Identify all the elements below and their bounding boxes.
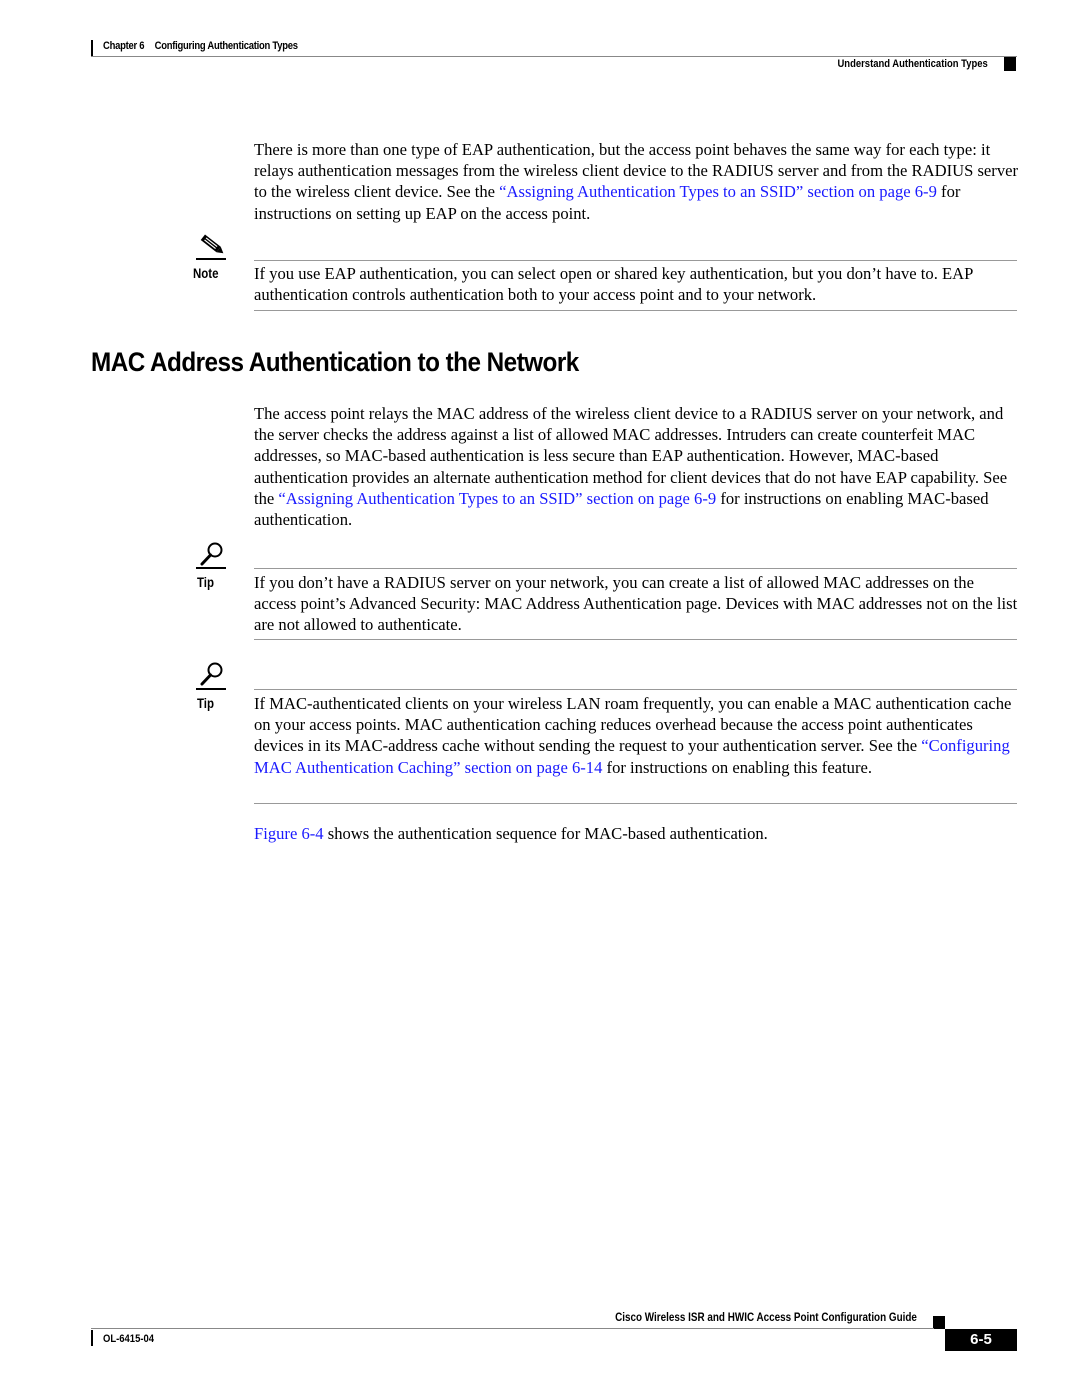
page-number: 6-5 bbox=[945, 1329, 1017, 1351]
tip1-icon-underline bbox=[196, 567, 226, 569]
running-header-section: Understand Authentication Types bbox=[837, 58, 988, 70]
magnifier-tip-icon bbox=[200, 662, 223, 686]
section-link[interactable]: “Assigning Authentication Types to an SS… bbox=[278, 489, 716, 508]
chapter-label: Chapter 6 bbox=[103, 40, 145, 52]
header-marker bbox=[1004, 57, 1016, 71]
magnifier-tip-icon bbox=[200, 542, 223, 566]
tip1-text: If you don’t have a RADIUS server on you… bbox=[254, 573, 1018, 635]
note-text: If you use EAP authentication, you can s… bbox=[254, 264, 973, 305]
note-bottom-rule bbox=[254, 310, 1017, 311]
tip2-icon-underline bbox=[196, 688, 226, 690]
footer-marker bbox=[933, 1316, 945, 1329]
tip1-label: Tip bbox=[197, 575, 214, 590]
tip2-text: If MAC-authenticated clients on your wir… bbox=[254, 693, 1019, 778]
footer-left-bar bbox=[91, 1330, 93, 1346]
tip2-text-before: If MAC-authenticated clients on your wir… bbox=[254, 694, 1012, 756]
note-icon-underline bbox=[196, 258, 226, 260]
intro-paragraph: There is more than one type of EAP authe… bbox=[254, 139, 1019, 224]
figure-reference-text: shows the authentication sequence for MA… bbox=[323, 824, 768, 843]
figure-reference: Figure 6-4 shows the authentication sequ… bbox=[254, 823, 1019, 844]
tip2-label: Tip bbox=[197, 696, 214, 711]
pencil-note-icon bbox=[200, 234, 224, 254]
footer-rule bbox=[91, 1328, 934, 1329]
chapter-title: Configuring Authentication Types bbox=[154, 40, 298, 52]
tip2-bottom-rule bbox=[254, 803, 1017, 804]
footer-guide-title: Cisco Wireless ISR and HWIC Access Point… bbox=[615, 1312, 917, 1324]
running-header-chapter: Chapter 6 Configuring Authentication Type… bbox=[103, 40, 298, 52]
note-top-rule bbox=[254, 260, 1017, 261]
intro-link[interactable]: “Assigning Authentication Types to an SS… bbox=[499, 182, 937, 201]
tip1-bottom-rule bbox=[254, 639, 1017, 640]
tip1-top-rule bbox=[254, 568, 1017, 569]
footer-doc-number: OL-6415-04 bbox=[103, 1333, 155, 1345]
tip2-top-rule bbox=[254, 689, 1017, 690]
section-paragraph: The access point relays the MAC address … bbox=[254, 403, 1019, 530]
tip2-text-after: for instructions on enabling this featur… bbox=[602, 757, 872, 777]
section-heading: MAC Address Authentication to the Networ… bbox=[91, 347, 579, 377]
figure-link[interactable]: Figure 6-4 bbox=[254, 824, 324, 843]
header-rule bbox=[91, 56, 1017, 57]
note-label: Note bbox=[193, 266, 219, 281]
header-left-bar bbox=[91, 40, 93, 56]
